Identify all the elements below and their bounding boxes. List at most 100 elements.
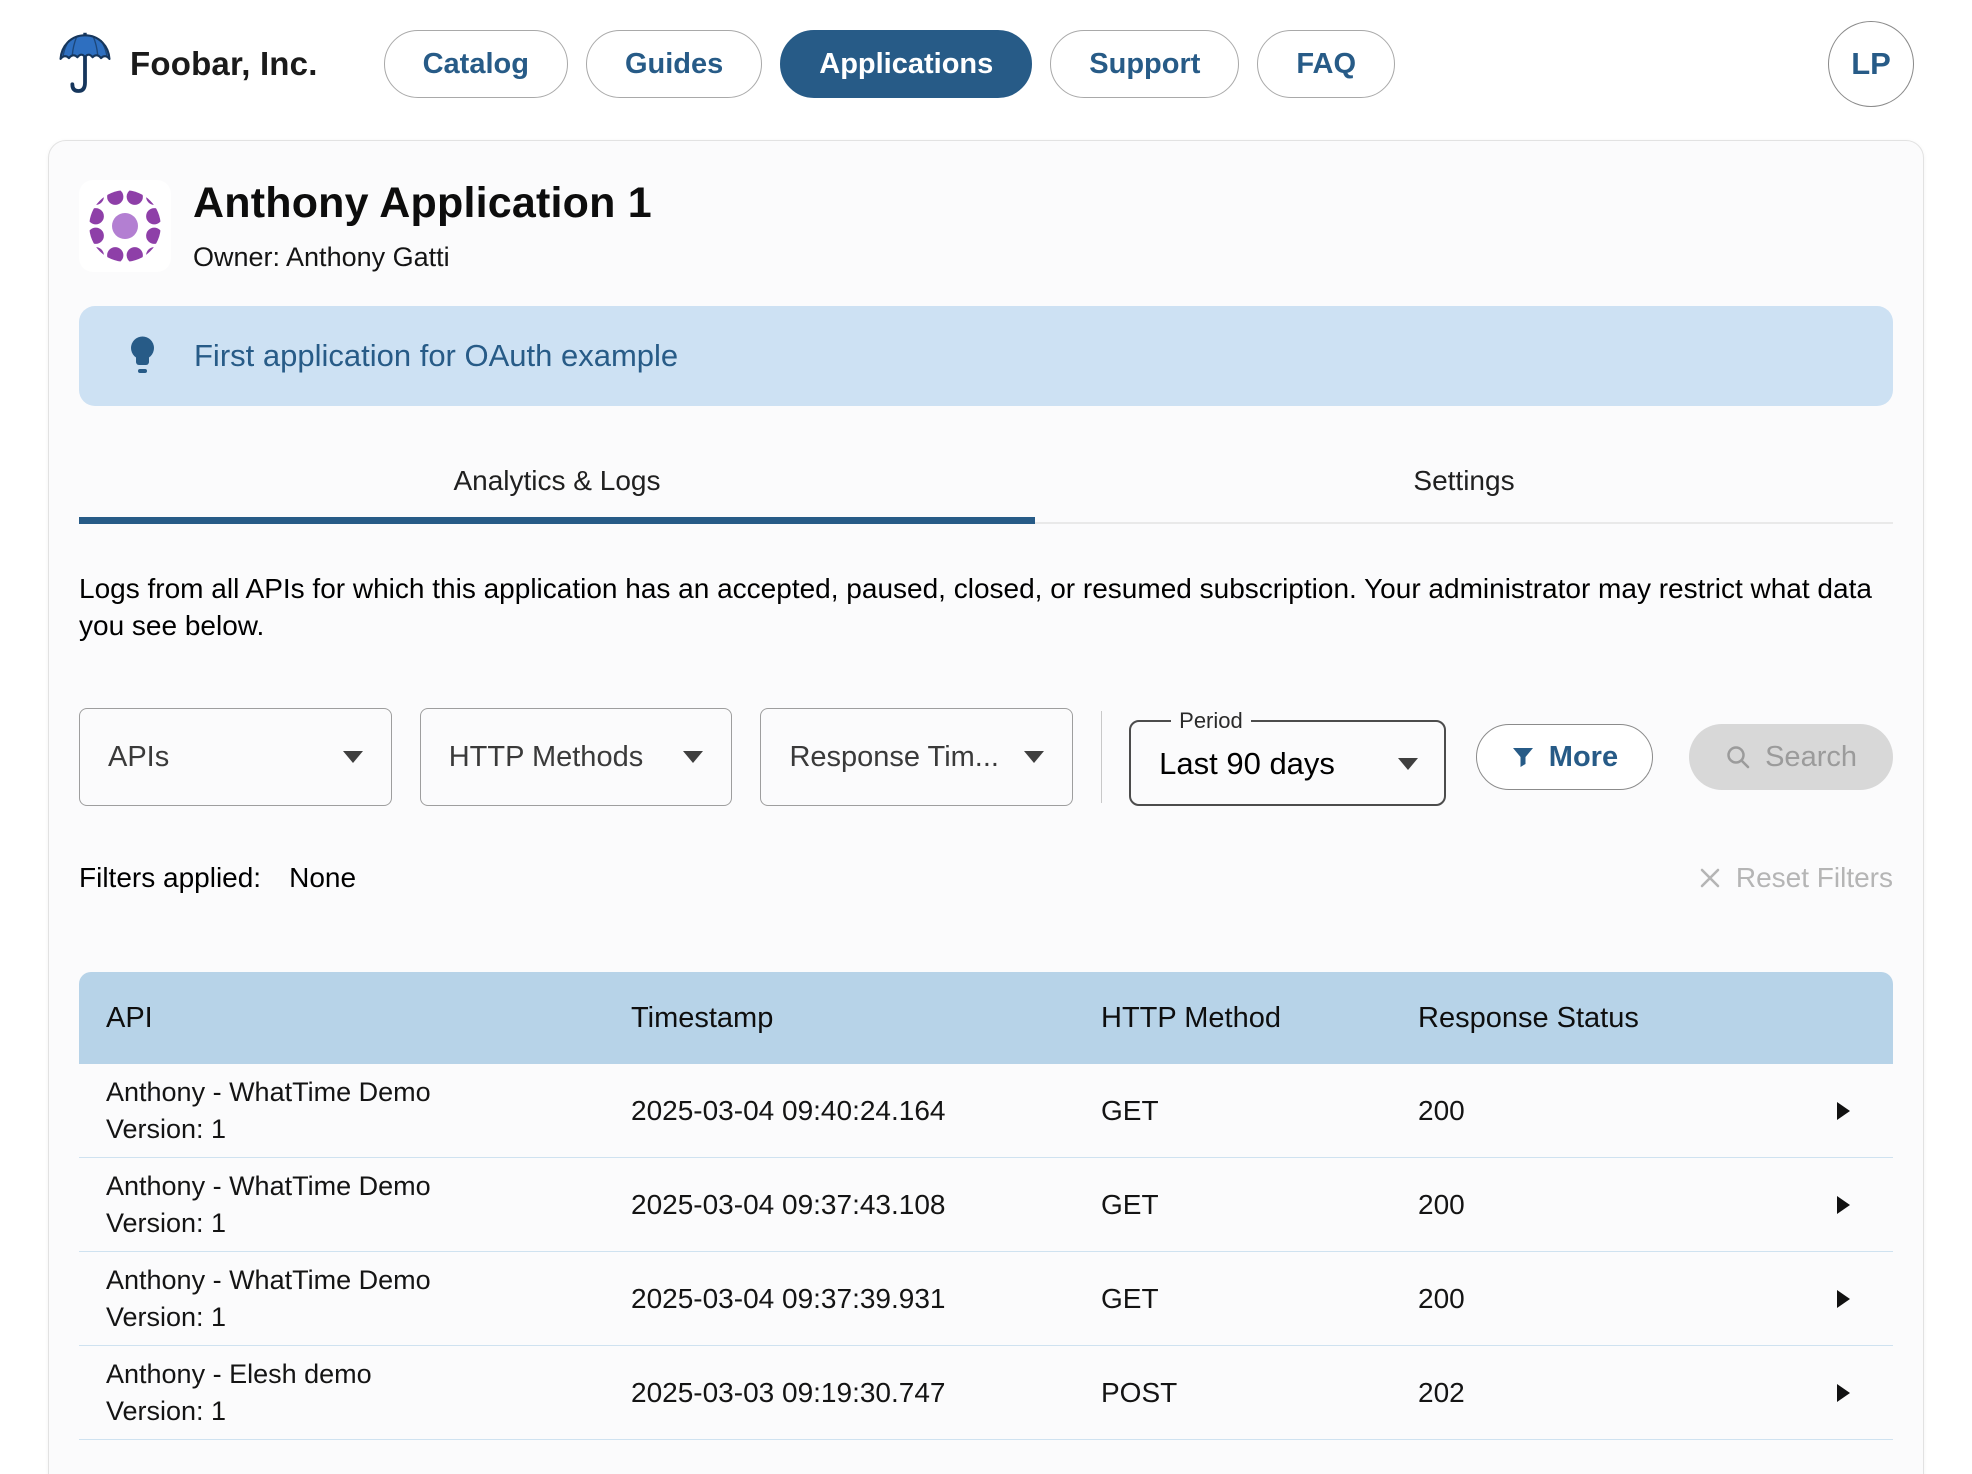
- banner-text: First application for OAuth example: [194, 338, 679, 373]
- filter-dropdown-label: Response Tim...: [789, 740, 999, 773]
- more-filters-button[interactable]: More: [1475, 724, 1654, 790]
- logs-table: API Timestamp HTTP Method Response Statu…: [79, 972, 1893, 1474]
- nav-pills: Catalog Guides Applications Support FAQ: [383, 30, 1396, 98]
- nav-item-support[interactable]: Support: [1050, 30, 1240, 98]
- chevron-down-icon: [1397, 758, 1418, 770]
- table-body: Anthony - WhatTime Demo Version: 1 2025-…: [79, 1064, 1893, 1474]
- filter-divider: [1101, 711, 1103, 803]
- filters-applied-row: Filters applied: None Reset Filters: [79, 862, 1893, 894]
- row-expand-button[interactable]: [1836, 1289, 1893, 1309]
- nav-item-label: FAQ: [1296, 47, 1357, 80]
- api-version: Version: 1: [106, 1395, 227, 1426]
- filter-row: APIs HTTP Methods Response Tim... Period…: [79, 708, 1893, 806]
- search-button-label: Search: [1765, 740, 1857, 773]
- column-api: API: [106, 1001, 153, 1034]
- api-cell: Anthony - Elesh demo Version: 1: [106, 1356, 631, 1430]
- tab-bar: Analytics & Logs Settings: [79, 444, 1893, 524]
- table-row[interactable]: Anthony - WhatTime Demo Version: 1 2025-…: [79, 1252, 1893, 1346]
- filter-dropdown-http-methods[interactable]: HTTP Methods: [419, 708, 733, 806]
- tab-label: Settings: [1413, 464, 1515, 496]
- nav-item-label: Guides: [624, 47, 724, 80]
- api-cell: Anthony - WhatTime Demo Version: 1: [106, 1168, 631, 1242]
- http-method-cell: GET: [1101, 1188, 1159, 1220]
- nav-item-faq[interactable]: FAQ: [1257, 30, 1396, 98]
- tab-settings[interactable]: Settings: [1035, 444, 1893, 517]
- funnel-icon: [1512, 748, 1533, 767]
- api-cell: Anthony - WhatTime Demo Version: 1: [106, 1074, 631, 1148]
- chevron-down-icon: [1024, 751, 1045, 763]
- http-method-cell: POST: [1101, 1376, 1178, 1408]
- app-dots-icon: [79, 180, 171, 272]
- timestamp-cell: 2025-03-04 09:40:24.164: [631, 1094, 946, 1126]
- nav-item-catalog[interactable]: Catalog: [383, 30, 568, 98]
- search-icon: [1727, 746, 1750, 769]
- api-version: Version: 1: [106, 1113, 227, 1144]
- chevron-down-icon: [683, 751, 704, 763]
- chevron-down-icon: [342, 751, 363, 763]
- row-expand-button[interactable]: [1836, 1101, 1893, 1121]
- response-status-cell: 200: [1418, 1282, 1465, 1314]
- table-row[interactable]: Anthony - WhatTime Demo Version: 1 2025-…: [79, 1064, 1893, 1158]
- http-method-cell: GET: [1101, 1094, 1159, 1126]
- api-name: Anthony - Elesh demo: [106, 1468, 631, 1474]
- row-expand-button[interactable]: [1836, 1383, 1893, 1403]
- period-label: Period: [1179, 708, 1243, 733]
- filters-applied-value: None: [289, 862, 357, 893]
- period-select[interactable]: Period Last 90 days: [1129, 708, 1446, 806]
- chevron-right-icon: [1837, 1195, 1850, 1214]
- api-version: Version: 1: [106, 1301, 227, 1332]
- api-name: Anthony - WhatTime Demo: [106, 1264, 431, 1295]
- brand-name: Foobar, Inc.: [130, 45, 318, 82]
- timestamp-cell: 2025-03-03 09:19:30.747: [631, 1376, 946, 1408]
- table-row[interactable]: Anthony - Elesh demo: [79, 1440, 1893, 1474]
- table-row[interactable]: Anthony - Elesh demo Version: 1 2025-03-…: [79, 1346, 1893, 1440]
- umbrella-icon: [59, 32, 111, 93]
- reset-filters-button[interactable]: Reset Filters: [1698, 862, 1893, 894]
- filter-dropdown-response-tim[interactable]: Response Tim...: [760, 708, 1074, 806]
- timestamp-cell: 2025-03-04 09:37:39.931: [631, 1282, 946, 1314]
- api-version: Version: 1: [106, 1207, 227, 1238]
- response-status-cell: 202: [1418, 1376, 1465, 1408]
- page: Foobar, Inc. Catalog Guides Applications…: [0, 0, 1972, 1474]
- nav-item-label: Support: [1089, 47, 1201, 80]
- nav-item-label: Applications: [819, 47, 994, 80]
- chevron-right-icon: [1837, 1383, 1850, 1402]
- lightbulb-icon: [131, 336, 154, 373]
- tab-analytics-logs[interactable]: Analytics & Logs: [79, 444, 1035, 524]
- logs-description: Logs from all APIs for which this applic…: [79, 573, 1872, 641]
- brand: Foobar, Inc.: [58, 27, 318, 101]
- filter-dropdown-label: HTTP Methods: [448, 740, 644, 773]
- api-name: Anthony - WhatTime Demo: [106, 1170, 431, 1201]
- timestamp-cell: 2025-03-04 09:37:43.108: [631, 1188, 946, 1220]
- nav-item-guides[interactable]: Guides: [585, 30, 763, 98]
- response-status-cell: 200: [1418, 1094, 1465, 1126]
- app-title-block: Anthony Application 1 Owner: Anthony Gat…: [193, 179, 652, 273]
- row-expand-button[interactable]: [1836, 1195, 1893, 1215]
- reset-filters-label: Reset Filters: [1735, 862, 1893, 893]
- table-header: API Timestamp HTTP Method Response Statu…: [79, 972, 1893, 1064]
- app-header: Anthony Application 1 Owner: Anthony Gat…: [79, 179, 1893, 273]
- nav-item-applications[interactable]: Applications: [780, 30, 1033, 98]
- api-name: Anthony - Elesh demo: [106, 1358, 372, 1389]
- period-value: Last 90 days: [1159, 746, 1335, 781]
- search-button[interactable]: Search: [1689, 724, 1893, 790]
- table-row[interactable]: Anthony - WhatTime Demo Version: 1 2025-…: [79, 1158, 1893, 1252]
- page-title: Anthony Application 1: [193, 179, 652, 227]
- chevron-right-icon: [1837, 1101, 1850, 1120]
- filter-dropdown-apis[interactable]: APIs: [79, 708, 392, 806]
- api-cell: Anthony - Elesh demo: [106, 1468, 631, 1474]
- top-navigation: Foobar, Inc. Catalog Guides Applications…: [0, 0, 1972, 128]
- filters-applied-label: Filters applied:: [79, 862, 262, 893]
- column-http-method: HTTP Method: [1101, 1001, 1281, 1034]
- api-cell: Anthony - WhatTime Demo Version: 1: [106, 1262, 631, 1336]
- more-button-label: More: [1548, 740, 1619, 773]
- application-card: Anthony Application 1 Owner: Anthony Gat…: [48, 140, 1924, 1474]
- response-status-cell: 200: [1418, 1188, 1465, 1220]
- nav-item-label: Catalog: [422, 47, 529, 80]
- http-method-cell: GET: [1101, 1282, 1159, 1314]
- filter-dropdown-label: APIs: [108, 740, 170, 773]
- column-response-status: Response Status: [1418, 1001, 1639, 1034]
- chevron-right-icon: [1837, 1289, 1850, 1308]
- api-name: Anthony - WhatTime Demo: [106, 1076, 431, 1107]
- avatar[interactable]: LP: [1828, 21, 1914, 107]
